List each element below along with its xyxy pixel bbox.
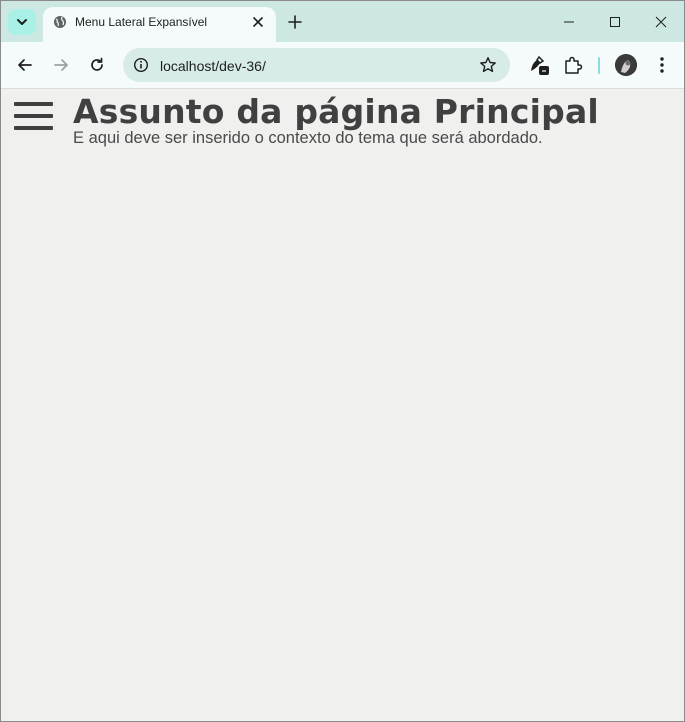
hamburger-line xyxy=(14,126,53,130)
page-content: Assunto da página Principal E aqui deve … xyxy=(1,89,684,721)
site-info-button[interactable] xyxy=(129,53,153,77)
close-icon xyxy=(253,17,263,27)
extensions-menu-button[interactable] xyxy=(562,54,584,76)
url-text[interactable]: localhost/dev-36/ xyxy=(160,58,266,74)
minimize-icon xyxy=(564,21,574,23)
tab-title: Menu Lateral Expansível xyxy=(75,15,208,29)
tab-close-button[interactable] xyxy=(249,13,267,31)
hamburger-line xyxy=(14,102,53,106)
forward-button[interactable] xyxy=(49,53,73,77)
back-button[interactable] xyxy=(13,53,37,77)
reload-icon xyxy=(91,57,103,71)
tab-strip: Menu Lateral Expansível xyxy=(1,1,684,42)
bookmark-button[interactable] xyxy=(478,55,498,75)
minimize-button[interactable] xyxy=(546,7,592,37)
plus-icon xyxy=(288,15,302,29)
browser-toolbar: localhost/dev-36/ xyxy=(1,42,684,89)
page-subtitle: E aqui deve ser inserido o contexto do t… xyxy=(73,129,543,147)
kebab-menu-icon xyxy=(660,57,664,73)
window-close-button[interactable] xyxy=(638,7,684,37)
maximize-button[interactable] xyxy=(592,7,638,37)
active-tab[interactable]: Menu Lateral Expansível xyxy=(43,7,276,42)
browser-menu-button[interactable] xyxy=(651,54,673,76)
puzzle-icon xyxy=(565,56,583,74)
chevron-down-icon xyxy=(17,19,27,25)
arrow-right-icon xyxy=(54,59,68,71)
page-title: Assunto da página Principal xyxy=(73,92,599,131)
globe-icon xyxy=(54,16,66,28)
arrow-left-icon xyxy=(18,59,32,71)
new-tab-button[interactable] xyxy=(284,11,306,33)
hamburger-line xyxy=(14,114,53,118)
star-icon xyxy=(480,57,496,73)
tab-search-button[interactable] xyxy=(8,9,36,35)
profile-avatar[interactable] xyxy=(615,54,637,76)
close-icon xyxy=(655,16,667,28)
info-icon xyxy=(133,57,149,73)
extension-button[interactable] xyxy=(528,54,550,76)
extension-pen-icon xyxy=(531,55,549,75)
maximize-icon xyxy=(610,17,620,27)
profile-picture-icon xyxy=(615,54,637,76)
reload-button[interactable] xyxy=(85,53,109,77)
hamburger-menu-icon[interactable] xyxy=(14,102,54,130)
browser-window: Menu Lateral Expansível localhost/dev-36… xyxy=(0,0,685,722)
toolbar-divider xyxy=(598,57,600,74)
address-bar[interactable]: localhost/dev-36/ xyxy=(123,48,510,82)
